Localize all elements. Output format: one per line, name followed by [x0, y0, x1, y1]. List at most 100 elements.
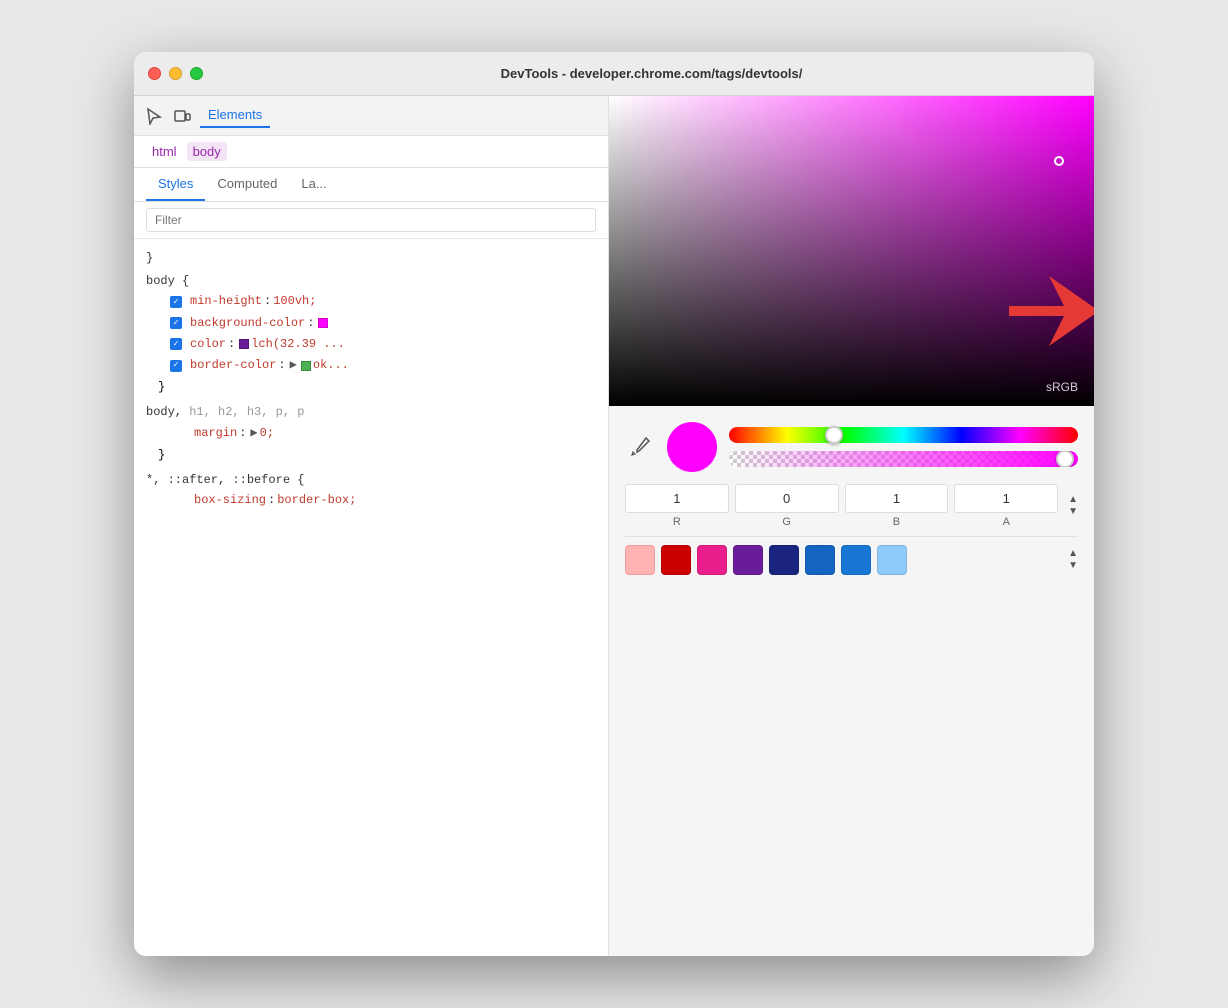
swatch-red[interactable]	[661, 545, 691, 575]
css-content: } body { min-height : 100vh; ba	[134, 239, 608, 956]
swatches-scroll-up[interactable]: ▲	[1068, 549, 1078, 559]
css-rule-box-sizing: box-sizing : border-box;	[146, 490, 596, 511]
gradient-handle[interactable]	[1054, 156, 1064, 166]
tab-layout[interactable]: La...	[289, 168, 338, 201]
css-value-margin: 0;	[260, 424, 274, 443]
css-value-min-height: 100vh;	[273, 292, 316, 311]
css-rule-min-height: min-height : 100vh;	[146, 291, 596, 312]
css-rule-margin: margin : ▶ 0;	[146, 423, 596, 444]
breadcrumb: html body	[134, 136, 608, 168]
hue-thumb[interactable]	[825, 426, 843, 444]
css-rule-bg-color: background-color :	[146, 313, 596, 334]
swatches-row: ▲ ▼	[625, 536, 1078, 583]
g-label: G	[782, 516, 791, 528]
color-controls: R G B A ▲ ▼	[609, 406, 1094, 599]
sliders-container	[729, 427, 1078, 467]
css-body-h-selector: body, h1, h2, h3, p, p	[146, 403, 596, 422]
picker-main-row	[625, 422, 1078, 472]
css-universal-block: *, ::after, ::before { box-sizing : bord…	[134, 469, 608, 513]
close-button[interactable]	[148, 67, 161, 80]
swatch-purple[interactable]	[733, 545, 763, 575]
css-rule-border-color: border-color : ▶ ok...	[146, 355, 596, 376]
css-value-box-sizing: border-box;	[277, 491, 356, 510]
swatch-hotpink[interactable]	[697, 545, 727, 575]
css-checkbox-color[interactable]	[170, 338, 182, 350]
breadcrumb-body[interactable]: body	[187, 142, 227, 161]
css-close-brace: }	[146, 251, 153, 265]
r-input-group: R	[625, 484, 729, 528]
alpha-gradient	[729, 451, 1078, 467]
css-checkbox-bg-color[interactable]	[170, 317, 182, 329]
titlebar: DevTools - developer.chrome.com/tags/dev…	[134, 52, 1094, 96]
css-rule-color: color : lch(32.39 ...	[146, 334, 596, 355]
css-body-h-close: }	[146, 444, 596, 467]
arrow-icon-margin[interactable]: ▶	[250, 424, 257, 443]
spinner-down[interactable]: ▼	[1068, 507, 1078, 517]
main-content: Elements html body Styles Computed La...	[134, 96, 1094, 956]
css-prop-min-height: min-height	[190, 292, 262, 311]
a-input[interactable]	[954, 484, 1058, 513]
rgba-inputs: R G B A ▲ ▼	[625, 484, 1078, 528]
css-prop-color: color	[190, 335, 226, 354]
b-input[interactable]	[845, 484, 949, 513]
annotation-arrow	[1009, 276, 1094, 351]
g-input[interactable]	[735, 484, 839, 513]
b-input-group: B	[845, 484, 949, 528]
swatch-darkblue[interactable]	[769, 545, 799, 575]
color-picker-panel: sRGB	[609, 96, 1094, 956]
color-swatch-green[interactable]	[301, 361, 311, 371]
srgb-label: sRGB	[1046, 380, 1078, 394]
alpha-thumb[interactable]	[1056, 451, 1074, 467]
minimize-button[interactable]	[169, 67, 182, 80]
hue-slider[interactable]	[729, 427, 1078, 443]
swatch-blue2[interactable]	[841, 545, 871, 575]
color-swatch-purple[interactable]	[239, 339, 249, 349]
color-swatch-magenta[interactable]	[318, 318, 328, 328]
tab-styles[interactable]: Styles	[146, 168, 205, 201]
swatch-blue1[interactable]	[805, 545, 835, 575]
eyedropper-button[interactable]	[625, 432, 655, 462]
window-title: DevTools - developer.chrome.com/tags/dev…	[223, 66, 1080, 81]
css-body-block: body { min-height : 100vh; background-co…	[134, 270, 608, 401]
css-prop-border-color: border-color	[190, 356, 276, 375]
device-icon[interactable]	[172, 106, 192, 126]
filter-bar	[134, 202, 608, 239]
css-body-close: }	[146, 376, 596, 399]
a-input-group: A	[954, 484, 1058, 528]
swatch-pink[interactable]	[625, 545, 655, 575]
cursor-icon[interactable]	[144, 106, 164, 126]
a-label: A	[1003, 516, 1010, 528]
css-checkbox-border-color[interactable]	[170, 360, 182, 372]
tab-computed[interactable]: Computed	[205, 168, 289, 201]
arrow-icon-border[interactable]: ▶	[290, 356, 297, 375]
css-prop-box-sizing: box-sizing	[194, 491, 266, 510]
maximize-button[interactable]	[190, 67, 203, 80]
b-label: B	[893, 516, 900, 528]
swatches-scroll: ▲ ▼	[1068, 549, 1078, 571]
swatch-lightblue[interactable]	[877, 545, 907, 575]
g-input-group: G	[735, 484, 839, 528]
devtools-panel: Elements html body Styles Computed La...	[134, 96, 609, 956]
css-prop-margin: margin	[194, 424, 237, 443]
breadcrumb-html[interactable]: html	[146, 142, 183, 161]
selector-text: body, h1, h2, h3, p, p	[146, 405, 304, 419]
color-preview	[667, 422, 717, 472]
gradient-canvas[interactable]: sRGB	[609, 96, 1094, 406]
browser-window: DevTools - developer.chrome.com/tags/dev…	[134, 52, 1094, 956]
tabs-bar: Styles Computed La...	[134, 168, 608, 202]
css-prop-bg-color: background-color	[190, 314, 305, 333]
css-value-border-color: ok...	[313, 356, 349, 375]
filter-input[interactable]	[146, 208, 596, 232]
css-body-selector: body {	[146, 272, 596, 291]
r-input[interactable]	[625, 484, 729, 513]
css-checkbox-min-height[interactable]	[170, 296, 182, 308]
devtools-toolbar: Elements	[134, 96, 608, 136]
swatches-scroll-down[interactable]: ▼	[1068, 561, 1078, 571]
elements-tab[interactable]: Elements	[200, 103, 270, 128]
alpha-slider[interactable]	[729, 451, 1078, 467]
gradient-background	[609, 96, 1094, 406]
rgba-spinners: ▲ ▼	[1068, 495, 1078, 517]
r-label: R	[673, 516, 681, 528]
spinner-up[interactable]: ▲	[1068, 495, 1078, 505]
css-prev-close: }	[134, 247, 608, 270]
